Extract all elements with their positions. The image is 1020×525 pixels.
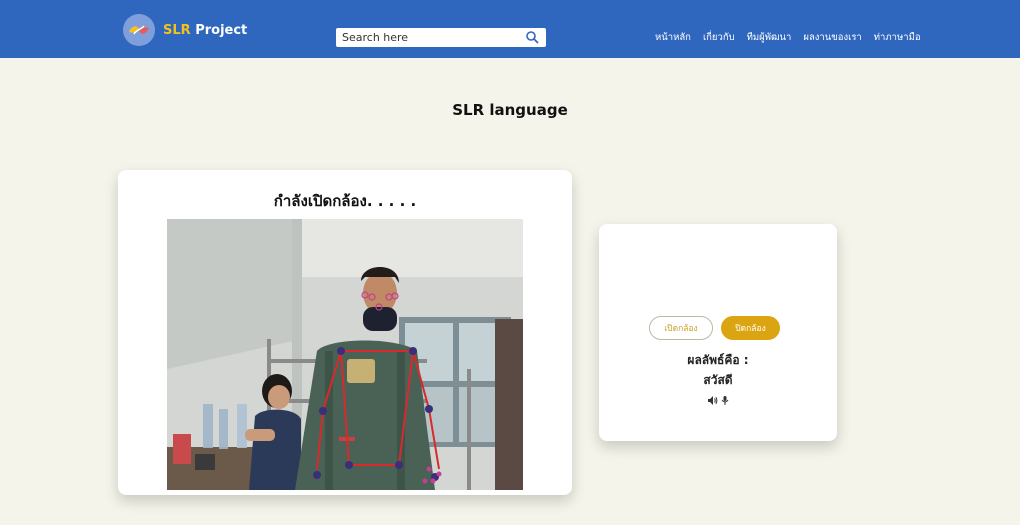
microphone-icon[interactable] (721, 390, 729, 409)
camera-frame-image (167, 219, 523, 490)
navbar: SLR Project หน้าหลัก เกี่ยวกับ ทีมผู้พัฒ… (0, 0, 1020, 58)
brand-logo[interactable]: SLR Project (123, 14, 247, 46)
audio-controls (599, 390, 837, 409)
camera-controls: เปิดกล้อง ปิดกล้อง (649, 316, 780, 340)
search-icon (526, 31, 539, 44)
search-input[interactable] (336, 28, 516, 47)
nav-team[interactable]: ทีมผู้พัฒนา (747, 30, 792, 45)
result-card: เปิดกล้อง ปิดกล้อง ผลลัพธ์คือ : สวัสดี (599, 224, 837, 441)
result-label: ผลลัพธ์คือ : (687, 353, 749, 367)
page-title: SLR language (452, 101, 568, 119)
nav-home[interactable]: หน้าหลัก (655, 30, 691, 45)
camera-status: กำลังเปิดกล้อง. . . . . (273, 192, 417, 210)
nav-about[interactable]: เกี่ยวกับ (703, 30, 735, 45)
search-button[interactable] (525, 30, 540, 45)
result-value: สวัสดี (703, 373, 733, 387)
camera-feed (167, 219, 523, 490)
hands-logo-icon (123, 14, 155, 46)
camera-card: กำลังเปิดกล้อง. . . . . (118, 170, 572, 495)
speaker-icon[interactable] (707, 390, 718, 409)
brand-name: SLR Project (163, 23, 247, 38)
brand-accent: SLR (163, 22, 191, 38)
nav-sign-language[interactable]: ท่าภาษามือ (874, 30, 921, 45)
nav-works[interactable]: ผลงานของเรา (803, 30, 861, 45)
nav-menu: หน้าหลัก เกี่ยวกับ ทีมผู้พัฒนา ผลงานของเ… (655, 30, 921, 45)
brand-rest: Project (190, 22, 248, 38)
open-camera-button[interactable]: เปิดกล้อง (649, 316, 713, 340)
close-camera-button[interactable]: ปิดกล้อง (721, 316, 780, 340)
search-box (336, 28, 546, 47)
